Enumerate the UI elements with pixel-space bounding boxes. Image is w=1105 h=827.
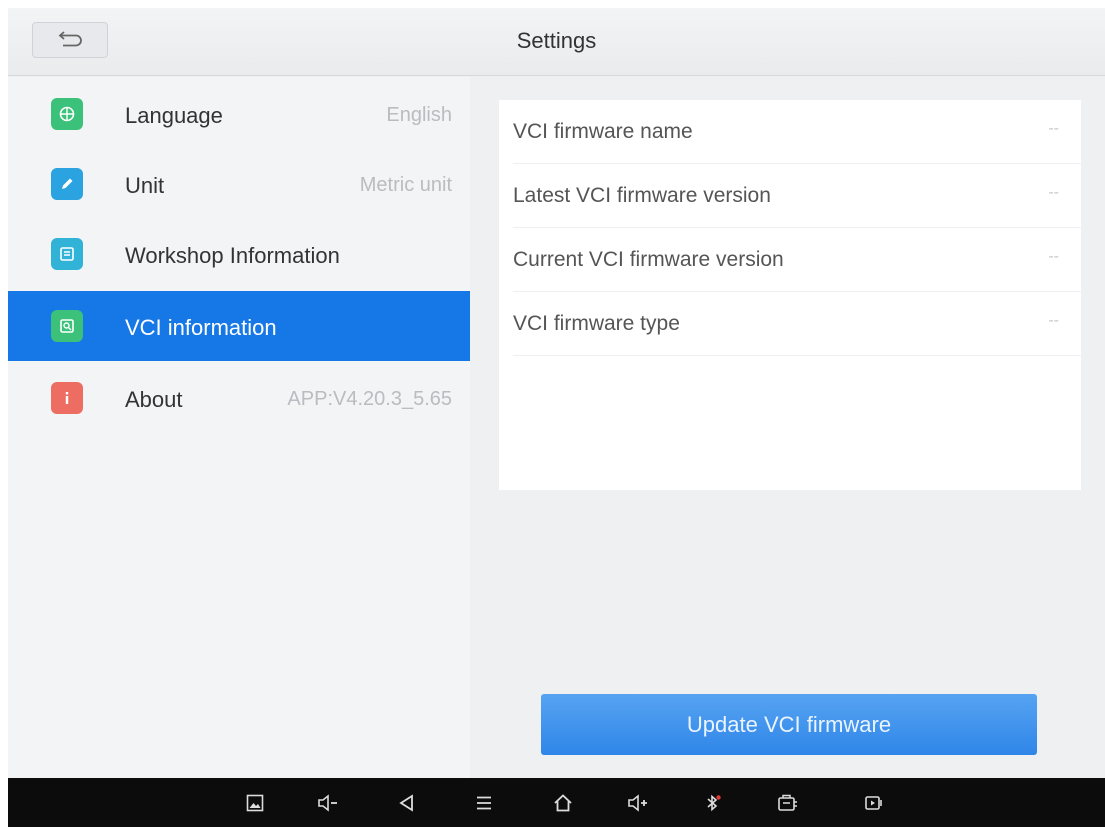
list-item: VCI firmware type -- [513,292,1081,356]
sidebar-item-about[interactable]: About APP:V4.20.3_5.65 [8,363,470,433]
sidebar-item-label: Workshop Information [125,243,340,268]
vci-firmware-name-label: VCI firmware name [513,120,693,143]
sidebar-item-workshop-information[interactable]: Workshop Information [8,219,470,289]
screen-record-icon[interactable] [860,788,890,818]
vci-device-icon[interactable] [773,788,803,818]
sidebar-item-value: English [386,104,452,126]
vci-icon [51,310,83,342]
sidebar-item-label: About [125,387,183,412]
vci-info-card: VCI firmware name -- Latest VCI firmware… [499,100,1081,490]
system-nav-bar [8,778,1105,827]
page-title: Settings [516,28,597,53]
workshop-icon [51,238,83,270]
home-icon[interactable] [548,788,578,818]
list-item: Latest VCI firmware version -- [513,164,1081,228]
settings-screen: Settings Language English Unit Metric un… [8,8,1105,827]
sidebar-item-label: Language [125,103,223,128]
globe-icon [51,98,83,130]
latest-vci-firmware-version-label: Latest VCI firmware version [513,184,771,207]
settings-sidebar: Language English Unit Metric unit Worksh… [8,77,470,778]
sidebar-item-label: Unit [125,173,165,198]
sidebar-item-unit[interactable]: Unit Metric unit [8,149,470,219]
sidebar-item-vci-information[interactable]: VCI information [8,291,470,361]
bluetooth-icon[interactable] [698,788,728,818]
vci-firmware-name-value: -- [1048,120,1059,137]
update-vci-firmware-button[interactable]: Update VCI firmware [541,694,1037,755]
vci-firmware-type-value: -- [1048,312,1059,329]
sidebar-item-label: VCI information [125,315,277,340]
list-item: VCI firmware name -- [513,100,1081,164]
sidebar-item-value: APP:V4.20.3_5.65 [287,388,452,410]
current-vci-firmware-version-label: Current VCI firmware version [513,248,784,271]
volume-down-icon[interactable] [313,788,343,818]
latest-vci-firmware-version-value: -- [1048,184,1059,201]
volume-up-icon[interactable] [623,788,653,818]
back-icon[interactable] [392,788,422,818]
sidebar-item-language[interactable]: Language English [8,79,470,149]
info-icon [51,382,83,414]
vci-firmware-type-label: VCI firmware type [513,312,680,335]
edit-icon [51,168,83,200]
sidebar-item-value: Metric unit [359,174,452,196]
menu-icon[interactable] [469,788,499,818]
list-item: Current VCI firmware version -- [513,228,1081,292]
current-vci-firmware-version-value: -- [1048,248,1059,265]
header-bar: Settings [8,8,1105,76]
screenshot-icon[interactable] [240,788,270,818]
